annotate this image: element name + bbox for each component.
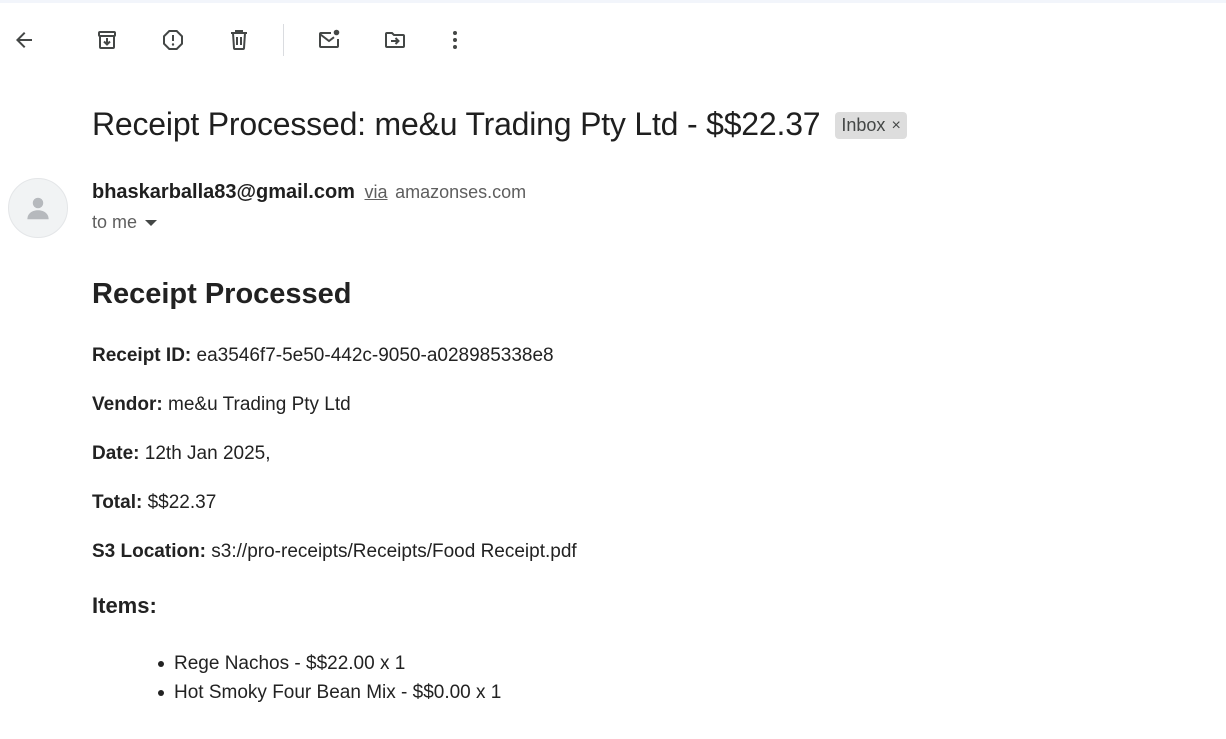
more-options-button[interactable] xyxy=(435,20,475,60)
via-link[interactable]: via xyxy=(365,182,388,202)
move-to-icon xyxy=(385,32,405,48)
field-label: Date: xyxy=(92,443,140,464)
s3-location-field: S3 Location: s3://pro-receipts/Receipts/… xyxy=(92,541,1192,563)
archive-button[interactable] xyxy=(87,20,127,60)
remove-label-icon[interactable]: × xyxy=(891,117,900,135)
report-spam-button[interactable] xyxy=(153,20,193,60)
move-to-button[interactable] xyxy=(375,20,415,60)
field-value: ea3546f7-5e50-442c-9050-a028985338e8 xyxy=(196,345,554,366)
field-value: $$22.37 xyxy=(147,492,217,513)
field-label: S3 Location: xyxy=(92,541,207,562)
toolbar xyxy=(0,20,1226,60)
field-label: Vendor: xyxy=(92,394,163,415)
list-item: Hot Smoky Four Bean Mix - $$0.00 x 1 xyxy=(158,678,1192,707)
caret-down-icon xyxy=(145,219,158,226)
field-value: 12th Jan 2025, xyxy=(144,443,271,464)
field-label: Receipt ID: xyxy=(92,345,192,366)
email-body: Receipt Processed Receipt ID: ea3546f7-5… xyxy=(92,278,1192,707)
list-item: Rege Nachos - $$22.00 x 1 xyxy=(158,649,1192,678)
mark-unread-icon xyxy=(319,29,340,48)
back-arrow-icon xyxy=(16,32,32,48)
receipt-id-field: Receipt ID: ea3546f7-5e50-442c-9050-a028… xyxy=(92,345,1192,367)
email-subject: Receipt Processed: me&u Trading Pty Ltd … xyxy=(92,106,821,142)
body-heading: Receipt Processed xyxy=(92,278,352,310)
mark-unread-button[interactable] xyxy=(309,20,349,60)
recipients-text: to me xyxy=(92,212,138,232)
recipients-dropdown[interactable]: to me xyxy=(92,212,158,233)
subject-row: Receipt Processed: me&u Trading Pty Ltd … xyxy=(92,106,907,143)
archive-icon xyxy=(98,31,116,49)
delete-icon xyxy=(231,30,247,50)
date-field: Date: 12th Jan 2025, xyxy=(92,443,1192,465)
toolbar-separator xyxy=(283,24,284,56)
sender-email[interactable]: bhaskarballa83@gmail.com xyxy=(92,181,355,203)
top-divider xyxy=(0,0,1226,3)
total-field: Total: $$22.37 xyxy=(92,492,1192,514)
person-icon xyxy=(27,197,49,220)
back-button[interactable] xyxy=(4,20,44,60)
field-value: me&u Trading Pty Ltd xyxy=(168,394,351,415)
report-spam-icon xyxy=(163,30,183,50)
via-domain: amazonses.com xyxy=(395,182,527,202)
more-options-icon xyxy=(453,31,457,49)
sender-row: bhaskarballa83@gmail.com via amazonses.c… xyxy=(92,181,526,204)
label-text: Inbox xyxy=(841,115,886,135)
field-label: Total: xyxy=(92,492,143,513)
avatar xyxy=(8,178,68,238)
items-heading: Items: xyxy=(92,593,157,618)
field-value: s3://pro-receipts/Receipts/Food Receipt.… xyxy=(211,541,577,562)
inbox-label-chip[interactable]: Inbox × xyxy=(835,112,907,139)
delete-button[interactable] xyxy=(219,20,259,60)
vendor-field: Vendor: me&u Trading Pty Ltd xyxy=(92,394,1192,416)
items-list: Rege Nachos - $$22.00 x 1 Hot Smoky Four… xyxy=(158,649,1192,707)
